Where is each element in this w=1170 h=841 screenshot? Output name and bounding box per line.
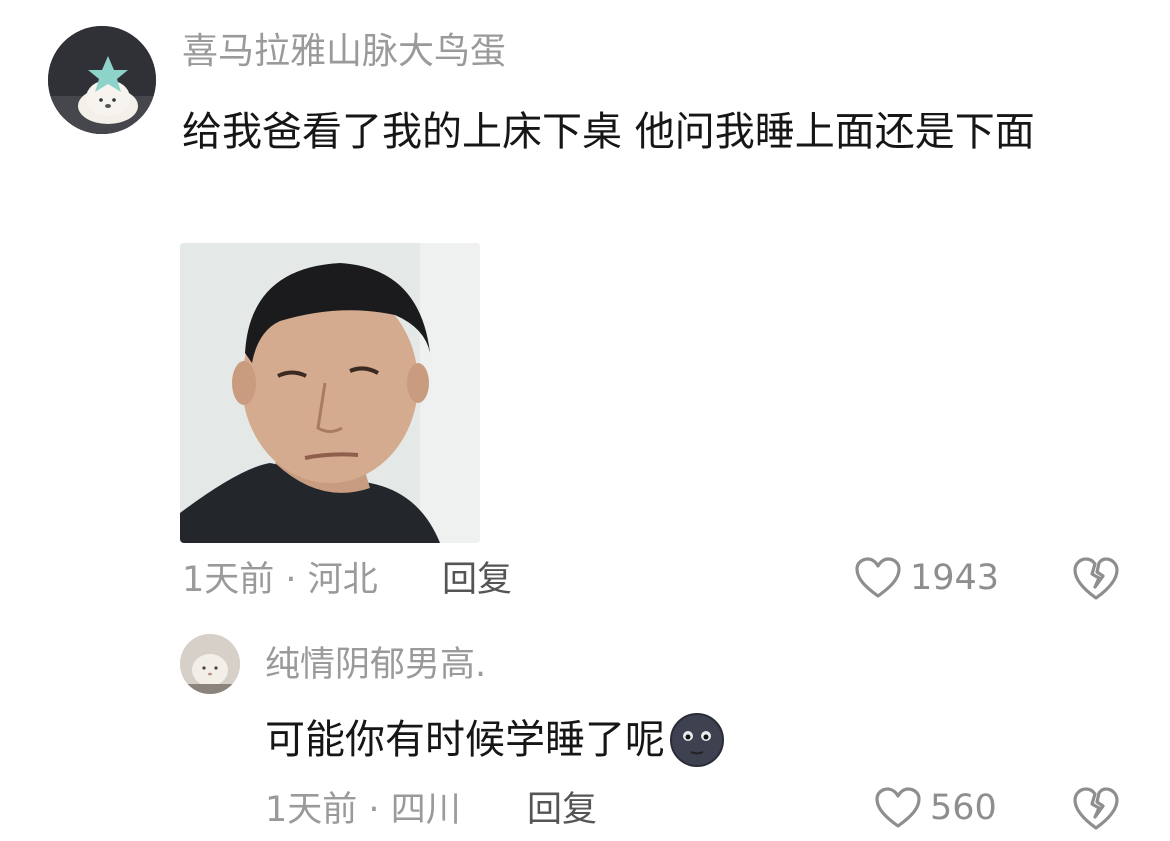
like-count: 560 [930, 788, 997, 828]
dog-avatar-icon [48, 26, 156, 134]
separator-dot: · [368, 790, 380, 830]
man-photo-icon [180, 243, 480, 543]
reply-text-row: 可能你有时候学睡了呢 [265, 712, 725, 768]
reply-username[interactable]: 纯情阴郁男高. [265, 643, 486, 687]
comment-text: 给我爸看了我的上床下桌 他问我睡上面还是下面 [182, 109, 1035, 155]
reply-meta: 1天前 · 四川 [265, 788, 461, 832]
location: 河北 [307, 560, 378, 600]
separator-dot: · [285, 560, 297, 600]
like-button[interactable]: 1943 [854, 556, 999, 600]
reply-button[interactable]: 回复 [442, 558, 512, 602]
like-count: 1943 [910, 558, 1000, 598]
avatar[interactable] [48, 26, 156, 134]
heart-outline-icon [875, 787, 921, 828]
broken-heart-icon [1073, 787, 1119, 830]
meme-image[interactable] [180, 243, 480, 543]
dislike-button[interactable] [1072, 786, 1120, 836]
new-moon-face-icon [670, 713, 724, 767]
reply-button[interactable]: 回复 [527, 788, 597, 832]
location: 四川 [390, 790, 461, 830]
cat-avatar-icon [180, 634, 240, 694]
dislike-button[interactable] [1072, 556, 1120, 606]
timestamp: 1天前 [265, 790, 358, 830]
timestamp: 1天前 [182, 560, 275, 600]
heart-outline-icon [855, 557, 901, 598]
username[interactable]: 喜马拉雅山脉大鸟蛋 [182, 30, 506, 74]
reply-avatar[interactable] [180, 634, 240, 694]
broken-heart-icon [1073, 557, 1119, 600]
reply-text: 可能你有时候学睡了呢 [265, 717, 665, 763]
comment-meta: 1天前 · 河北 [182, 558, 378, 602]
like-button[interactable]: 560 [874, 786, 997, 830]
